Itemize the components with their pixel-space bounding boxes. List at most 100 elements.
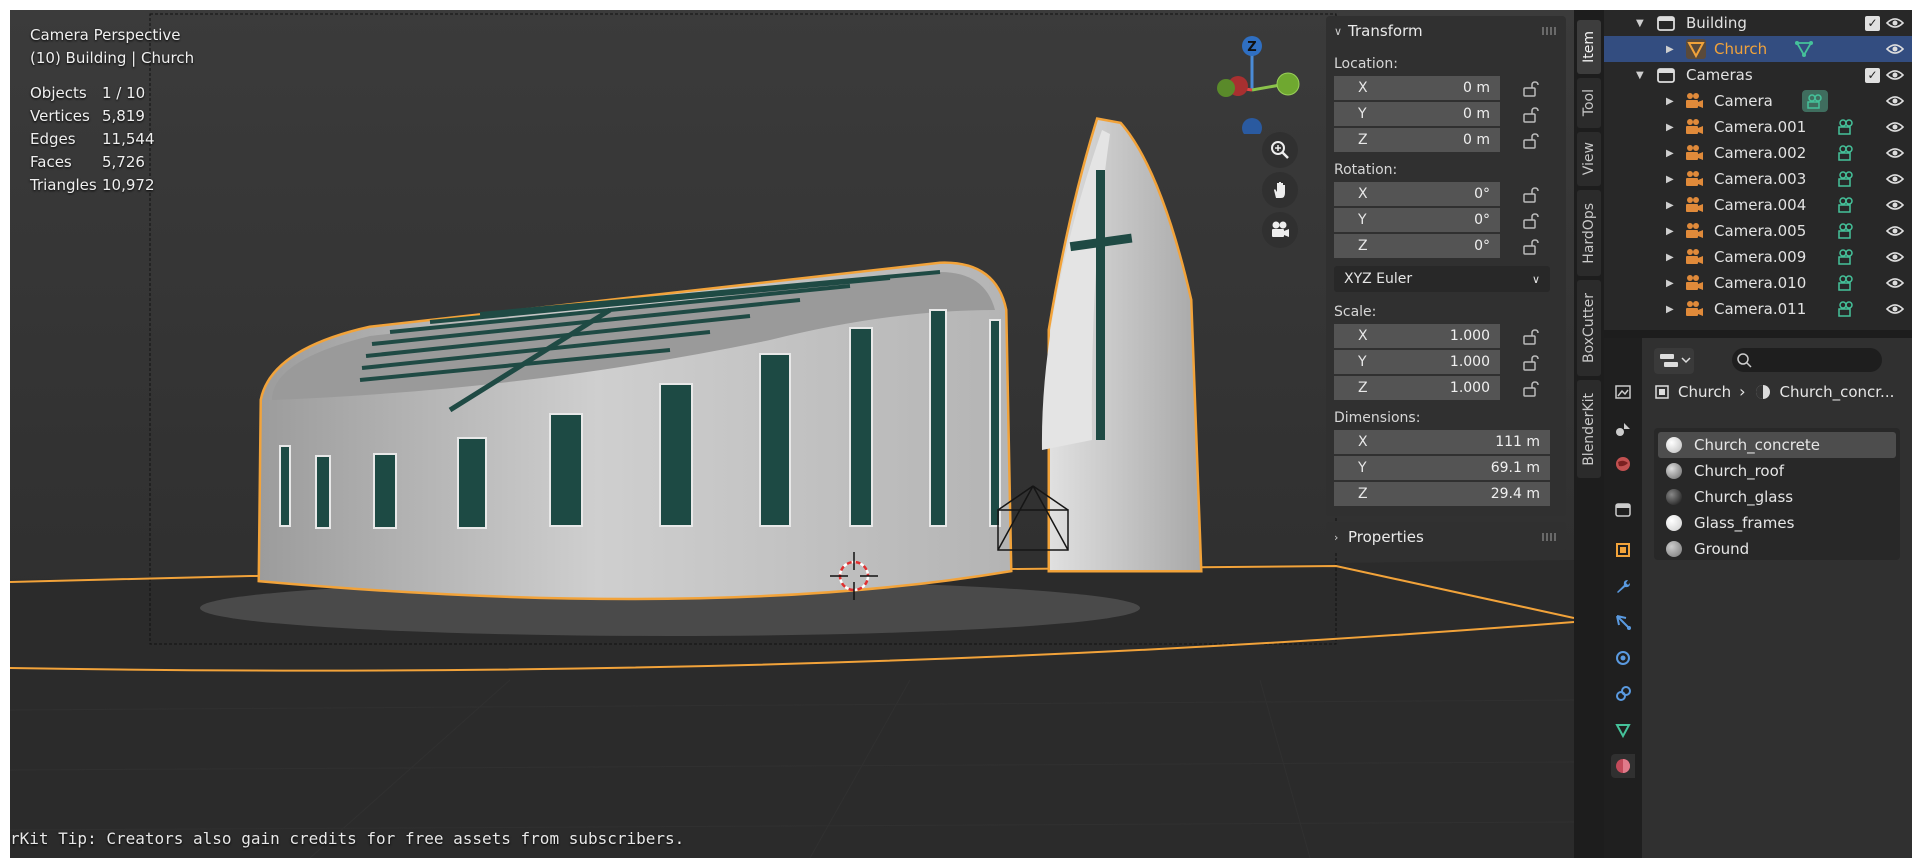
eye-icon[interactable] [1886, 251, 1904, 263]
tab-constraints[interactable] [1611, 682, 1635, 706]
tab-physics[interactable] [1611, 646, 1635, 670]
chevron-right-icon[interactable]: ▶ [1666, 226, 1674, 237]
outliner-row-camera[interactable]: ▶ Camera [1604, 88, 1912, 114]
camera-data-icon[interactable] [1836, 195, 1856, 215]
location-y-field[interactable]: Y 0 m [1334, 102, 1500, 126]
outliner-row-camera-001[interactable]: ▶ Camera.001 [1604, 114, 1912, 140]
tab-boxcutter[interactable]: BoxCutter [1577, 280, 1601, 376]
eye-icon[interactable] [1886, 225, 1904, 237]
chevron-down-icon[interactable]: ▼ [1636, 18, 1644, 29]
outliner-row-camera-009[interactable]: ▶ Camera.009 [1604, 244, 1912, 270]
unlock-icon[interactable] [1522, 212, 1540, 230]
tab-view[interactable]: View [1577, 132, 1601, 186]
area-divider[interactable] [1604, 330, 1912, 338]
eye-icon[interactable] [1886, 43, 1904, 55]
checkbox-checked-icon[interactable]: ✓ [1865, 15, 1880, 31]
scale-x-field[interactable]: X 1.000 [1334, 324, 1500, 348]
tab-item[interactable]: Item [1577, 20, 1601, 74]
chevron-right-icon[interactable]: ▶ [1666, 304, 1674, 315]
tab-modifiers[interactable] [1611, 574, 1635, 598]
properties-search-input[interactable] [1732, 348, 1882, 372]
camera-data-icon[interactable] [1836, 221, 1856, 241]
tab-blenderkit[interactable]: BlenderKit [1577, 380, 1601, 478]
camera-view-button[interactable] [1262, 212, 1298, 248]
zoom-button[interactable] [1262, 132, 1298, 168]
unlock-icon[interactable] [1522, 238, 1540, 256]
editor-type-button[interactable] [1654, 348, 1694, 374]
dimensions-y-field[interactable]: Y 69.1 m [1334, 456, 1550, 480]
unlock-icon[interactable] [1522, 354, 1540, 372]
tab-collection[interactable] [1611, 498, 1635, 522]
chevron-right-icon[interactable]: ▶ [1666, 252, 1674, 263]
eye-icon[interactable] [1886, 277, 1904, 289]
unlock-icon[interactable] [1522, 132, 1540, 150]
unlock-icon[interactable] [1522, 80, 1540, 98]
mesh-data-icon[interactable] [1794, 39, 1814, 59]
camera-data-icon[interactable] [1836, 273, 1856, 293]
location-x-field[interactable]: X 0 m [1334, 76, 1500, 100]
drag-handle-icon[interactable] [1542, 533, 1558, 541]
outliner-row-cameras[interactable]: ▼ Cameras ✓ [1604, 62, 1912, 88]
chevron-right-icon[interactable]: ▶ [1666, 122, 1674, 133]
tab-object-data[interactable] [1611, 718, 1635, 742]
list-item[interactable]: Glass_frames [1658, 510, 1896, 536]
chevron-right-icon[interactable]: ▶ [1666, 96, 1674, 107]
rotation-z-field[interactable]: Z 0° [1334, 234, 1500, 258]
list-item[interactable]: Church_roof [1658, 458, 1896, 484]
eye-icon[interactable] [1886, 303, 1904, 315]
transform-panel-header[interactable]: ∨ Transform [1326, 16, 1566, 46]
eye-icon[interactable] [1886, 17, 1904, 29]
camera-data-icon[interactable] [1836, 299, 1856, 319]
outliner-row-church[interactable]: ▶ Church [1604, 36, 1912, 62]
list-item[interactable]: Church_concrete [1658, 432, 1896, 458]
camera-data-icon[interactable] [1836, 247, 1856, 267]
eye-icon[interactable] [1886, 147, 1904, 159]
drag-handle-icon[interactable] [1542, 27, 1558, 35]
tab-scene[interactable] [1611, 416, 1635, 440]
camera-data-active-badge[interactable] [1802, 90, 1828, 112]
properties-panel-header[interactable]: › Properties [1326, 522, 1566, 552]
dimensions-z-field[interactable]: Z 29.4 m [1334, 482, 1550, 506]
chevron-right-icon[interactable]: ▶ [1666, 148, 1674, 159]
unlock-icon[interactable] [1522, 380, 1540, 398]
scale-y-field[interactable]: Y 1.000 [1334, 350, 1500, 374]
tab-particles[interactable] [1611, 610, 1635, 634]
rotation-x-field[interactable]: X 0° [1334, 182, 1500, 206]
tab-material[interactable] [1611, 754, 1635, 778]
tab-object[interactable] [1611, 538, 1635, 562]
outliner-row-building[interactable]: ▼ Building ✓ [1604, 10, 1912, 36]
tab-world[interactable] [1611, 452, 1635, 476]
outliner-row-camera-004[interactable]: ▶ Camera.004 [1604, 192, 1912, 218]
tab-tool[interactable]: Tool [1577, 78, 1601, 128]
chevron-right-icon[interactable]: ▶ [1666, 44, 1674, 55]
navigation-gizmo[interactable]: Z [1202, 24, 1302, 134]
chevron-down-icon[interactable]: ▼ [1636, 70, 1644, 81]
unlock-icon[interactable] [1522, 328, 1540, 346]
checkbox-checked-icon[interactable]: ✓ [1865, 67, 1880, 83]
eye-icon[interactable] [1886, 95, 1904, 107]
rotation-mode-dropdown[interactable]: XYZ Euler ∨ [1334, 266, 1550, 292]
chevron-right-icon[interactable]: ▶ [1666, 278, 1674, 289]
camera-data-icon[interactable] [1836, 143, 1856, 163]
chevron-right-icon[interactable]: ▶ [1666, 174, 1674, 185]
scale-z-field[interactable]: Z 1.000 [1334, 376, 1500, 400]
eye-icon[interactable] [1886, 121, 1904, 133]
location-z-field[interactable]: Z 0 m [1334, 128, 1500, 152]
dimensions-x-field[interactable]: X 111 m [1334, 430, 1550, 454]
eye-icon[interactable] [1886, 173, 1904, 185]
unlock-icon[interactable] [1522, 186, 1540, 204]
chevron-right-icon[interactable]: ▶ [1666, 200, 1674, 211]
3d-viewport[interactable]: Camera Perspective (10) Building | Churc… [10, 10, 1574, 858]
camera-data-icon[interactable] [1836, 169, 1856, 189]
eye-icon[interactable] [1886, 199, 1904, 211]
outliner-row-camera-005[interactable]: ▶ Camera.005 [1604, 218, 1912, 244]
pan-button[interactable] [1262, 172, 1298, 208]
list-item[interactable]: Ground [1658, 536, 1896, 562]
outliner-row-camera-003[interactable]: ▶ Camera.003 [1604, 166, 1912, 192]
camera-data-icon[interactable] [1836, 117, 1856, 137]
outliner-row-camera-010[interactable]: ▶ Camera.010 [1604, 270, 1912, 296]
eye-icon[interactable] [1886, 69, 1904, 81]
outliner-row-camera-011[interactable]: ▶ Camera.011 [1604, 296, 1912, 322]
tab-hardops[interactable]: HardOps [1577, 190, 1601, 276]
outliner-row-camera-002[interactable]: ▶ Camera.002 [1604, 140, 1912, 166]
